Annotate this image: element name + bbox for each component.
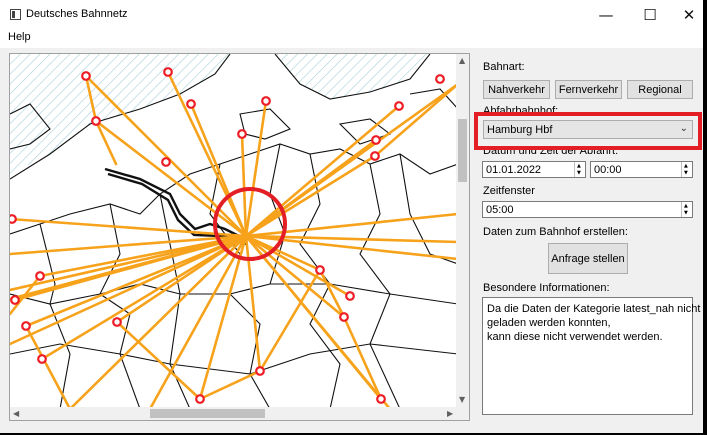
time-spinner[interactable]: ▲ ▼ [681, 162, 692, 177]
zeitfenster-input[interactable]: 05:00 ▲ ▼ [482, 201, 693, 218]
info-line: Da die Daten der Kategorie latest_nah ni… [487, 303, 701, 315]
anfrage-stellen-button[interactable]: Anfrage stellen [548, 243, 628, 274]
daten-label: Daten zum Bahnhof erstellen: [483, 226, 628, 238]
nahverkehr-button[interactable]: Nahverkehr [483, 80, 550, 99]
besondere-label: Besondere Informationen: [483, 282, 610, 294]
close-button[interactable]: ✕ [666, 0, 703, 29]
date-spinner[interactable]: ▲ ▼ [574, 162, 585, 177]
map-vertical-scrollbar[interactable]: ▲ ▼ [456, 54, 469, 407]
elbe-river [104, 167, 247, 246]
horizontal-scroll-thumb[interactable] [150, 409, 265, 418]
map-view[interactable]: ▲ ▼ ◀ ▶ [9, 53, 470, 421]
scroll-left-icon[interactable]: ◀ [13, 409, 19, 419]
minimize-button[interactable]: — [583, 0, 629, 29]
zeitfenster-spinner[interactable]: ▲ ▼ [681, 202, 692, 217]
station-highlight-box [474, 112, 702, 150]
app-icon [10, 9, 21, 20]
regional-button[interactable]: Regional [627, 80, 693, 99]
sea-area [10, 54, 430, 174]
railway-map[interactable] [10, 54, 458, 409]
time-input[interactable]: 00:00 ▲ ▼ [590, 161, 693, 178]
zeitfenster-label: Zeitfenster [483, 185, 535, 197]
menu-bar: Help [0, 29, 703, 48]
scroll-right-icon[interactable]: ▶ [447, 409, 453, 419]
bahnart-label: Bahnart: [483, 61, 525, 73]
map-horizontal-scrollbar[interactable]: ◀ ▶ [10, 407, 469, 420]
scroll-down-icon[interactable]: ▼ [459, 395, 465, 405]
info-line: kann diese nicht verwendet werden. [487, 331, 663, 343]
time-value: 00:00 [594, 163, 622, 176]
fernverkehr-button[interactable]: Fernverkehr [555, 80, 622, 99]
info-line: geladen werden konnten, [487, 317, 611, 329]
vertical-scroll-thumb[interactable] [458, 119, 467, 182]
date-value: 01.01.2022 [486, 163, 542, 176]
app-window: Deutsches Bahnnetz — ☐ ✕ Help ▲ ▼ ◀ ▶ Ba… [0, 0, 703, 433]
date-input[interactable]: 01.01.2022 ▲ ▼ [482, 161, 586, 178]
window-title: Deutsches Bahnnetz [26, 8, 128, 20]
hamburg-highlight-circle [213, 187, 287, 261]
zeitfenster-value: 05:00 [486, 203, 514, 216]
control-panel: Bahnart: Nahverkehr Fernverkehr Regional… [476, 53, 703, 433]
scroll-up-icon[interactable]: ▲ [459, 56, 465, 66]
menu-help[interactable]: Help [8, 31, 31, 43]
info-textbox[interactable]: Da die Daten der Kategorie latest_nah ni… [482, 297, 701, 415]
title-bar: Deutsches Bahnnetz — ☐ ✕ [0, 0, 703, 29]
